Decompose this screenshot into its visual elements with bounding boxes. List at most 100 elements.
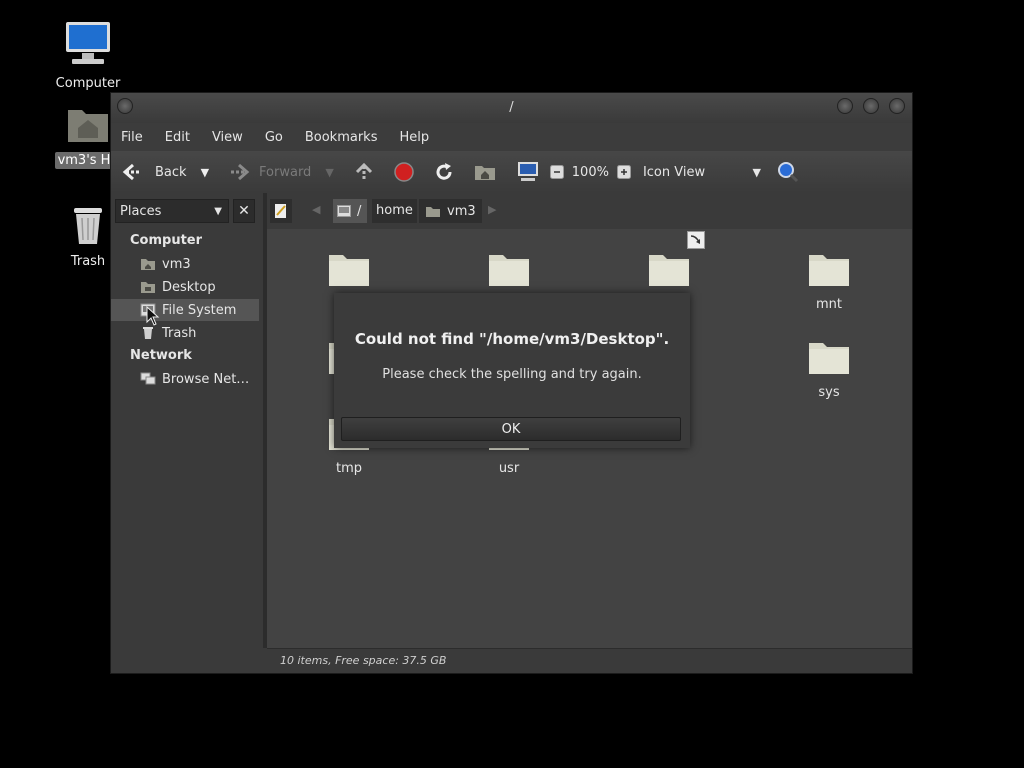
up-arrow-icon bbox=[355, 162, 372, 180]
forward-arrow-icon bbox=[231, 163, 250, 181]
maximize-button[interactable] bbox=[863, 98, 879, 114]
trash-icon bbox=[74, 208, 102, 244]
path-crumb-root[interactable]: / bbox=[333, 199, 367, 223]
search-icon bbox=[777, 162, 799, 183]
folder-label: usr bbox=[498, 461, 520, 476]
sidebar-heading-computer: Computer bbox=[130, 233, 203, 248]
folder-icon bbox=[329, 255, 369, 286]
zoom-out-icon bbox=[549, 165, 564, 179]
home-folder-icon bbox=[474, 166, 495, 180]
mouse-cursor-icon bbox=[146, 306, 160, 326]
stop-icon bbox=[394, 162, 414, 182]
path-scroll-right[interactable]: ▶ bbox=[488, 203, 496, 216]
sidebar-selector[interactable]: Places ▼ bbox=[115, 199, 229, 223]
computer-icon bbox=[517, 162, 538, 181]
path-scroll-left[interactable]: ◀ bbox=[312, 203, 320, 216]
home-folder-icon bbox=[426, 206, 440, 217]
path-crumb-vm3-label: vm3 bbox=[447, 203, 476, 219]
folder-item[interactable] bbox=[469, 249, 549, 291]
toggle-location-button[interactable] bbox=[270, 199, 292, 223]
zoom-in-button[interactable] bbox=[616, 165, 631, 179]
stop-button[interactable] bbox=[394, 162, 414, 182]
view-mode-label: Icon View bbox=[642, 164, 706, 180]
folder-item-sys[interactable]: sys bbox=[789, 337, 869, 400]
close-icon: ✕ bbox=[238, 203, 250, 219]
folder-icon bbox=[809, 255, 849, 286]
sidebar-item-label: vm3 bbox=[162, 256, 191, 272]
menu-edit[interactable]: Edit bbox=[165, 130, 190, 145]
path-crumb-root-label: / bbox=[357, 203, 362, 219]
desktop-computer-icon[interactable]: Computer bbox=[40, 20, 136, 91]
computer-button[interactable] bbox=[516, 161, 540, 183]
folder-item-link[interactable] bbox=[629, 231, 709, 291]
forward-history-dropdown[interactable]: ▼ bbox=[325, 166, 333, 179]
title-bar[interactable]: / bbox=[111, 93, 912, 123]
menu-view[interactable]: View bbox=[212, 130, 243, 145]
sidebar-item-label: File System bbox=[162, 302, 237, 318]
status-bar: 10 items, Free space: 37.5 GB bbox=[267, 648, 912, 673]
window-title: / bbox=[509, 100, 514, 115]
home-button[interactable] bbox=[474, 163, 496, 181]
reload-icon bbox=[436, 163, 452, 180]
sidebar-item-desktop[interactable]: Desktop bbox=[111, 276, 259, 298]
back-label: Back bbox=[155, 164, 187, 180]
back-arrow-icon bbox=[122, 163, 141, 181]
computer-icon bbox=[66, 22, 110, 64]
trash-icon bbox=[143, 327, 153, 339]
places-sidebar: Places ▼ ✕ Computer vm3 Desktop File Sys… bbox=[111, 193, 267, 648]
chevron-down-icon: ▼ bbox=[752, 165, 761, 179]
edit-location-icon bbox=[275, 204, 286, 218]
back-history-dropdown[interactable]: ▼ bbox=[201, 166, 209, 179]
ok-button[interactable]: OK bbox=[341, 417, 681, 441]
zoom-out-button[interactable] bbox=[549, 165, 564, 179]
sidebar-item-file-system[interactable]: File System bbox=[111, 299, 259, 321]
folder-item[interactable] bbox=[309, 249, 389, 291]
drive-icon bbox=[337, 205, 351, 217]
menu-bookmarks[interactable]: Bookmarks bbox=[305, 130, 378, 145]
error-dialog: Could not find "/home/vm3/Desktop". Plea… bbox=[334, 293, 690, 448]
menu-file[interactable]: File bbox=[121, 130, 143, 145]
close-button[interactable] bbox=[889, 98, 905, 114]
menu-bar: File Edit View Go Bookmarks Help bbox=[111, 123, 912, 151]
network-icon bbox=[140, 372, 156, 385]
path-crumb-vm3[interactable]: vm3 bbox=[419, 199, 482, 223]
home-folder-icon bbox=[68, 110, 108, 142]
up-button[interactable] bbox=[354, 162, 374, 182]
folder-label: tmp bbox=[335, 461, 362, 476]
folder-icon bbox=[809, 343, 849, 374]
folder-icon bbox=[489, 255, 529, 286]
symlink-arrow-icon bbox=[687, 231, 705, 249]
sidebar-selector-label: Places bbox=[120, 204, 162, 219]
path-crumb-home-label: home bbox=[376, 203, 413, 218]
close-sidebar-button[interactable]: ✕ bbox=[233, 199, 255, 223]
back-button[interactable]: Back bbox=[121, 162, 187, 182]
dialog-message: Please check the spelling and try again. bbox=[382, 367, 642, 382]
forward-label: Forward bbox=[259, 164, 312, 180]
view-mode-select[interactable]: Icon View ▼ bbox=[643, 165, 761, 180]
desktop-folder-icon bbox=[141, 282, 155, 293]
sidebar-item-label: Browse Net… bbox=[162, 371, 250, 387]
search-button[interactable] bbox=[777, 161, 799, 183]
dialog-title: Could not find "/home/vm3/Desktop". bbox=[354, 330, 670, 348]
folder-label: sys bbox=[818, 385, 840, 400]
forward-button[interactable]: Forward bbox=[227, 162, 311, 182]
toolbar: Back ▼ Forward ▼ 100% Icon View ▼ bbox=[111, 151, 912, 194]
reload-button[interactable] bbox=[434, 162, 454, 182]
path-crumb-home[interactable]: home bbox=[372, 199, 417, 223]
sidebar-item-vm3[interactable]: vm3 bbox=[111, 253, 259, 275]
menu-help[interactable]: Help bbox=[399, 130, 429, 145]
sidebar-item-label: Trash bbox=[162, 325, 197, 341]
desktop-icon-label: Computer bbox=[55, 76, 121, 91]
sidebar-item-trash[interactable]: Trash bbox=[111, 322, 259, 344]
sidebar-item-browse-network[interactable]: Browse Net… bbox=[111, 368, 259, 390]
sidebar-item-label: Desktop bbox=[162, 279, 216, 295]
menu-go[interactable]: Go bbox=[265, 130, 283, 145]
minimize-button[interactable] bbox=[837, 98, 853, 114]
sidebar-heading-network: Network bbox=[130, 348, 192, 363]
zoom-in-icon bbox=[616, 165, 631, 179]
home-folder-icon bbox=[141, 259, 155, 270]
folder-item-mnt[interactable]: mnt bbox=[789, 249, 869, 312]
zoom-level: 100% bbox=[571, 164, 609, 180]
chevron-down-icon: ▼ bbox=[214, 206, 222, 217]
folder-icon bbox=[649, 255, 689, 286]
